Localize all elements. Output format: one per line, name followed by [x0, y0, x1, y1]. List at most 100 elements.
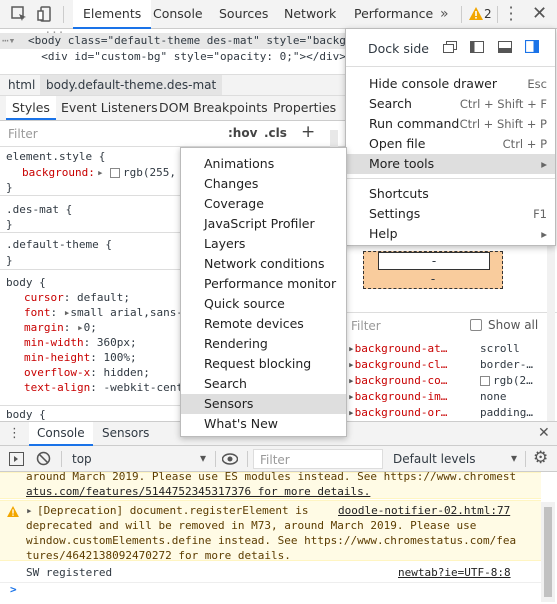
menu-item-coverage[interactable]: Coverage — [181, 194, 346, 214]
menu-item-more-tools[interactable]: More tools ▸ — [346, 154, 555, 174]
menu-item-sensors[interactable]: Sensors — [181, 394, 346, 414]
breadcrumb-html[interactable]: html — [2, 75, 41, 95]
dock-left-icon[interactable] — [470, 41, 484, 53]
menu-item-animations[interactable]: Animations — [181, 154, 346, 174]
message-text: around March 2019. Please use ES modules… — [26, 470, 517, 483]
menu-item-layers[interactable]: Layers — [181, 234, 346, 254]
menu-item-search[interactable]: Search Ctrl + Shift + F — [346, 94, 555, 114]
cls-button[interactable]: .cls — [264, 126, 287, 140]
styles-filter-input[interactable]: Filter — [8, 127, 38, 141]
computed-prop[interactable]: ▸background-co… — [348, 374, 447, 387]
menu-item-network-conditions[interactable]: Network conditions — [181, 254, 346, 274]
console-filter-input[interactable]: Filter — [253, 449, 383, 469]
undock-icon[interactable] — [443, 41, 457, 53]
clear-console-icon[interactable] — [36, 451, 51, 466]
show-all-label: Show all — [488, 318, 539, 332]
color-swatch[interactable] — [110, 168, 120, 178]
color-swatch[interactable] — [480, 376, 490, 386]
tab-sources[interactable]: Sources — [209, 0, 278, 28]
computed-filter-bar: Filter Show all — [346, 312, 557, 334]
style-decl[interactable]: text-align: -webkit-cent — [24, 381, 183, 394]
menu-item-rendering[interactable]: Rendering — [181, 334, 346, 354]
console-scrollbar[interactable] — [541, 502, 555, 602]
menu-item-hide-console-drawer[interactable]: Hide console drawer Esc — [346, 74, 555, 94]
live-expression-eye-icon[interactable] — [222, 453, 238, 465]
drawer-tab-console[interactable]: Console — [29, 422, 93, 446]
menu-item-open-file[interactable]: Open file Ctrl + P — [346, 134, 555, 154]
tab-dom-breakpoints[interactable]: DOM Breakpoints — [153, 96, 274, 120]
dom-div-line[interactable]: <div id="custom-bg" style="opacity: 0;">… — [28, 50, 345, 63]
computed-prop[interactable]: ▸background-im… — [348, 390, 447, 403]
computed-prop[interactable]: ▸background-cl… — [348, 358, 447, 371]
style-decl[interactable]: overflow-x: hidden; — [24, 366, 150, 379]
menu-item-performance-monitor[interactable]: Performance monitor — [181, 274, 346, 294]
tab-elements[interactable]: Elements — [73, 0, 152, 29]
tab-performance[interactable]: Performance — [344, 0, 443, 28]
style-decl[interactable]: min-height: 100%; — [24, 351, 137, 364]
expand-triangle[interactable]: ▸ — [26, 504, 33, 517]
property-value[interactable]: rgb(255, — [123, 166, 176, 179]
dom-body-line[interactable]: <body class="default-theme des-mat" styl… — [28, 34, 345, 47]
sidebar-toggle-icon[interactable] — [9, 452, 24, 466]
drawer-tab-sensors[interactable]: Sensors — [94, 422, 157, 446]
message-text: window.customElements.define instead. Se… — [26, 534, 517, 547]
rule-selector: .default-theme { — [6, 238, 112, 251]
menu-item-changes[interactable]: Changes — [181, 174, 346, 194]
style-decl[interactable]: min-width: 360px; — [24, 336, 137, 349]
menu-item-search[interactable]: Search — [181, 374, 346, 394]
inspect-element-icon[interactable] — [10, 5, 28, 23]
computed-value: scroll — [480, 342, 520, 355]
dock-bottom-icon[interactable] — [498, 41, 512, 53]
console-prompt[interactable]: > — [10, 583, 17, 596]
dom-ellipsis[interactable]: ⋯▾ — [2, 34, 15, 47]
styles-subtabs: Styles Event Listeners DOM Breakpoints P… — [0, 96, 345, 121]
style-decl[interactable]: margin: ▸0; — [24, 321, 97, 334]
style-decl[interactable]: font: ▸small arial,sans- — [24, 306, 183, 319]
computed-prop[interactable]: ▸background-or… — [348, 406, 447, 419]
context-select[interactable]: top — [72, 452, 92, 466]
menu-item-settings[interactable]: Settings F1 — [346, 204, 555, 224]
computed-value: border-… — [480, 358, 533, 371]
message-source-link[interactable]: doodle-notifier-02.html:77 — [338, 504, 510, 517]
device-toolbar-icon[interactable] — [36, 5, 54, 23]
breadcrumb-body[interactable]: body.default-theme.des-mat — [40, 75, 223, 95]
kebab-menu-icon[interactable]: · · · — [507, 0, 515, 28]
menu-item-help[interactable]: Help ▸ — [346, 224, 555, 244]
message-source-link[interactable]: newtab?ie=UTF-8:8 — [398, 566, 511, 579]
tab-styles[interactable]: Styles — [6, 96, 56, 120]
menu-item-request-blocking[interactable]: Request blocking — [181, 354, 346, 374]
menu-item-run-command[interactable]: Run command Ctrl + Shift + P — [346, 114, 555, 134]
scrollbar-thumb[interactable] — [544, 507, 552, 597]
hov-button[interactable]: :hov — [228, 126, 257, 140]
menu-item-javascript-profiler[interactable]: JavaScript Profiler — [181, 214, 346, 234]
context-dropdown-icon[interactable]: ▾ — [200, 451, 206, 465]
menu-item-remote-devices[interactable]: Remote devices — [181, 314, 346, 334]
style-decl[interactable]: cursor: default; — [24, 291, 130, 304]
log-levels-select[interactable]: Default levels — [393, 452, 475, 466]
tab-event-listeners[interactable]: Event Listeners — [55, 96, 164, 120]
computed-filter-input[interactable]: Filter — [351, 319, 381, 333]
console-settings-gear-icon[interactable]: ⚙ — [533, 448, 548, 468]
dom-next-line[interactable]: ... — [36, 66, 82, 74]
breadcrumb: html body.default-theme.des-mat — [0, 74, 345, 96]
message-link[interactable]: atus.com/features/5144752345317376 for m… — [26, 485, 370, 498]
menu-item-whats-new[interactable]: What's New — [181, 414, 346, 434]
expand-triangle[interactable]: ▸ — [97, 166, 104, 179]
computed-prop[interactable]: ▸background-at… — [348, 342, 447, 355]
more-tabs-button[interactable]: » — [440, 6, 449, 22]
rule-property[interactable]: background: — [22, 166, 95, 179]
menu-item-shortcuts[interactable]: Shortcuts — [346, 184, 555, 204]
close-drawer-icon[interactable]: ✕ — [538, 425, 550, 441]
tab-properties[interactable]: Properties — [267, 96, 342, 120]
tab-console[interactable]: Console — [143, 0, 213, 28]
dock-right-icon[interactable] — [525, 40, 539, 53]
devtools-toolbar: Elements Console Sources Network Perform… — [0, 0, 557, 29]
warning-count[interactable]: 2 — [484, 7, 492, 21]
new-style-rule-button[interactable]: + — [301, 122, 315, 142]
tab-network[interactable]: Network — [274, 0, 346, 28]
close-devtools-icon[interactable]: ✕ — [532, 3, 547, 24]
menu-item-quick-source[interactable]: Quick source — [181, 294, 346, 314]
levels-dropdown-icon[interactable]: ▾ — [511, 451, 517, 465]
show-all-checkbox[interactable] — [470, 319, 482, 331]
drawer-menu-icon[interactable]: ⋮ — [8, 426, 21, 441]
